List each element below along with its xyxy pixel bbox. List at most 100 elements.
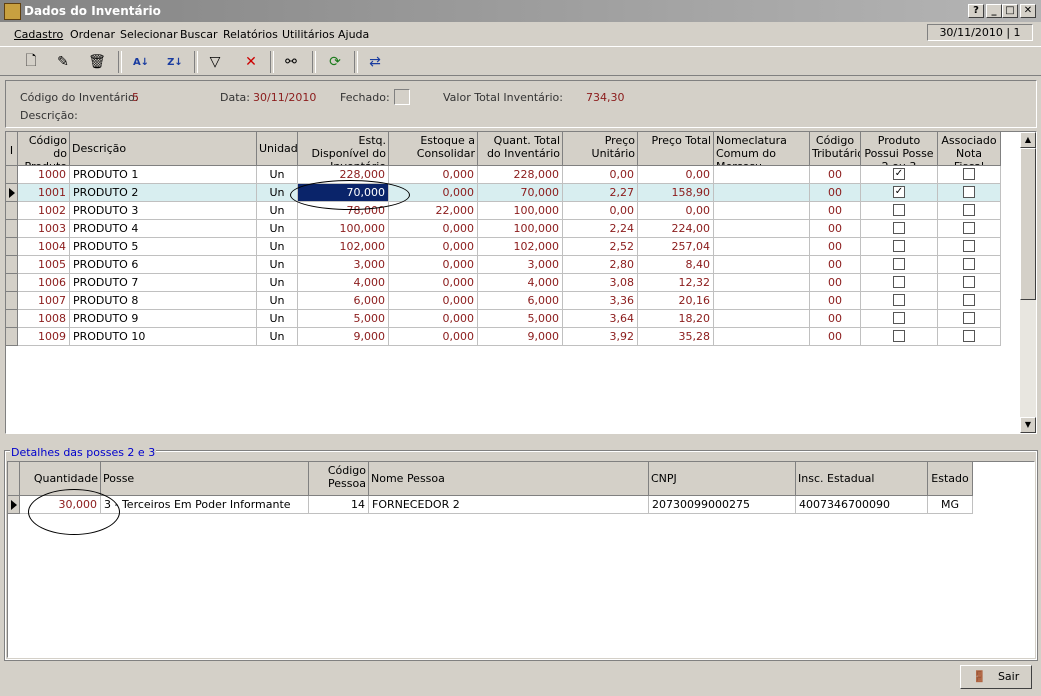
grid-cell-col9[interactable]: 00	[810, 166, 861, 184]
checkbox[interactable]	[963, 294, 975, 306]
detail-header-3[interactable]: Nome Pessoa	[369, 462, 649, 496]
grid-cell-col6[interactable]: 3,64	[563, 310, 638, 328]
grid-cell-col4[interactable]: 22,000	[389, 202, 478, 220]
grid-cell-col10[interactable]: ✓	[861, 184, 938, 202]
grid-header-0[interactable]: Código do Produto	[18, 132, 70, 166]
row-indicator[interactable]	[6, 292, 18, 310]
grid-cell-col8[interactable]	[714, 220, 810, 238]
grid-header-1[interactable]: Descrição	[70, 132, 257, 166]
grid-cell-col3[interactable]: 4,000	[298, 274, 389, 292]
grid-cell-col8[interactable]	[714, 238, 810, 256]
menu-selecionar[interactable]: Selecionar	[120, 28, 178, 41]
grid-cell-col9[interactable]: 00	[810, 202, 861, 220]
menu-ajuda[interactable]: Ajuda	[338, 28, 369, 41]
row-indicator[interactable]	[6, 202, 18, 220]
detail-cell-col4[interactable]: 20730099000275	[649, 496, 796, 514]
grid-cell-col2[interactable]: Un	[257, 238, 298, 256]
grid-cell-col3[interactable]: 3,000	[298, 256, 389, 274]
grid-cell-col11[interactable]	[938, 292, 1001, 310]
grid-cell-col1[interactable]: PRODUTO 2	[70, 184, 257, 202]
checkbox[interactable]: ✓	[893, 186, 905, 198]
scroll-up-icon[interactable]: ▲	[1020, 132, 1036, 148]
checkbox[interactable]	[893, 330, 905, 342]
grid-cell-col2[interactable]: Un	[257, 310, 298, 328]
detail-header-0[interactable]: Quantidade	[20, 462, 101, 496]
grid-cell-col2[interactable]: Un	[257, 184, 298, 202]
grid-cell-col2[interactable]: Un	[257, 292, 298, 310]
row-indicator[interactable]	[6, 274, 18, 292]
checkbox[interactable]	[893, 240, 905, 252]
transfer-icon[interactable]: ⇄	[364, 51, 386, 73]
grid-cell-col4[interactable]: 0,000	[389, 310, 478, 328]
grid-cell-col0[interactable]: 1007	[18, 292, 70, 310]
checkbox[interactable]	[893, 276, 905, 288]
grid-cell-col10[interactable]	[861, 310, 938, 328]
grid-cell-col6[interactable]: 3,08	[563, 274, 638, 292]
detail-cell-col1[interactable]: 3 - Terceiros Em Poder Informante	[101, 496, 309, 514]
grid-cell-col8[interactable]	[714, 202, 810, 220]
grid-cell-col8[interactable]	[714, 256, 810, 274]
grid-cell-col11[interactable]	[938, 310, 1001, 328]
grid-cell-col8[interactable]	[714, 166, 810, 184]
grid-cell-col11[interactable]	[938, 184, 1001, 202]
detail-header-5[interactable]: Insc. Estadual	[796, 462, 928, 496]
grid-cell-col6[interactable]: 2,80	[563, 256, 638, 274]
grid-cell-col1[interactable]: PRODUTO 1	[70, 166, 257, 184]
grid-cell-col7[interactable]: 0,00	[638, 202, 714, 220]
detail-header-2[interactable]: Código Pessoa	[309, 462, 369, 496]
grid-cell-col6[interactable]: 2,24	[563, 220, 638, 238]
grid-cell-col1[interactable]: PRODUTO 5	[70, 238, 257, 256]
grid-header-5[interactable]: Quant. Total do Inventário	[478, 132, 563, 166]
grid-cell-col0[interactable]: 1009	[18, 328, 70, 346]
detail-cell-col0[interactable]: 30,000	[20, 496, 101, 514]
grid-cell-col7[interactable]: 257,04	[638, 238, 714, 256]
row-indicator[interactable]	[6, 220, 18, 238]
inventory-grid[interactable]: ICódigo do ProdutoDescriçãoUnidadeEstq. …	[5, 131, 1037, 434]
menu-buscar[interactable]: Buscar	[180, 28, 218, 41]
checkbox[interactable]	[963, 312, 975, 324]
grid-cell-col9[interactable]: 00	[810, 310, 861, 328]
grid-cell-col11[interactable]	[938, 274, 1001, 292]
grid-cell-col7[interactable]: 158,90	[638, 184, 714, 202]
grid-cell-col9[interactable]: 00	[810, 184, 861, 202]
scroll-thumb[interactable]	[1020, 148, 1036, 300]
checkbox[interactable]	[963, 222, 975, 234]
help-button[interactable]: ?	[968, 4, 984, 18]
checkbox[interactable]	[963, 204, 975, 216]
checkbox[interactable]	[893, 204, 905, 216]
grid-header-6[interactable]: Preço Unitário	[563, 132, 638, 166]
grid-cell-col5[interactable]: 3,000	[478, 256, 563, 274]
grid-cell-col5[interactable]: 70,000	[478, 184, 563, 202]
grid-cell-col4[interactable]: 0,000	[389, 184, 478, 202]
grid-cell-col9[interactable]: 00	[810, 238, 861, 256]
grid-cell-col4[interactable]: 0,000	[389, 238, 478, 256]
refresh-icon[interactable]: ⟳	[324, 51, 346, 73]
row-indicator[interactable]	[6, 328, 18, 346]
binoculars-icon[interactable]: ⚯	[280, 51, 302, 73]
grid-cell-col6[interactable]: 2,27	[563, 184, 638, 202]
grid-cell-col5[interactable]: 100,000	[478, 202, 563, 220]
checkbox[interactable]	[963, 276, 975, 288]
grid-cell-col3[interactable]: 9,000	[298, 328, 389, 346]
grid-header-4[interactable]: Estoque a Consolidar	[389, 132, 478, 166]
grid-cell-col2[interactable]: Un	[257, 274, 298, 292]
row-indicator[interactable]	[6, 166, 18, 184]
grid-cell-col9[interactable]: 00	[810, 292, 861, 310]
grid-cell-col4[interactable]: 0,000	[389, 220, 478, 238]
grid-cell-col11[interactable]	[938, 220, 1001, 238]
minimize-button[interactable]: _	[986, 4, 1002, 18]
grid-cell-col2[interactable]: Un	[257, 202, 298, 220]
detail-header-1[interactable]: Posse	[101, 462, 309, 496]
details-grid[interactable]: Quantidade Posse Código Pessoa Nome Pessoa C…	[7, 461, 1035, 658]
grid-cell-col5[interactable]: 9,000	[478, 328, 563, 346]
grid-scrollbar[interactable]: ▲ ▼	[1020, 132, 1036, 433]
detail-row-indicator[interactable]	[8, 496, 20, 514]
grid-cell-col0[interactable]: 1000	[18, 166, 70, 184]
grid-cell-col7[interactable]: 12,32	[638, 274, 714, 292]
grid-cell-col0[interactable]: 1001	[18, 184, 70, 202]
checkbox[interactable]	[893, 258, 905, 270]
detail-cell-col6[interactable]: MG	[928, 496, 973, 514]
grid-cell-col10[interactable]	[861, 220, 938, 238]
sort-az-icon[interactable]: A↓	[130, 51, 152, 73]
grid-cell-col0[interactable]: 1008	[18, 310, 70, 328]
